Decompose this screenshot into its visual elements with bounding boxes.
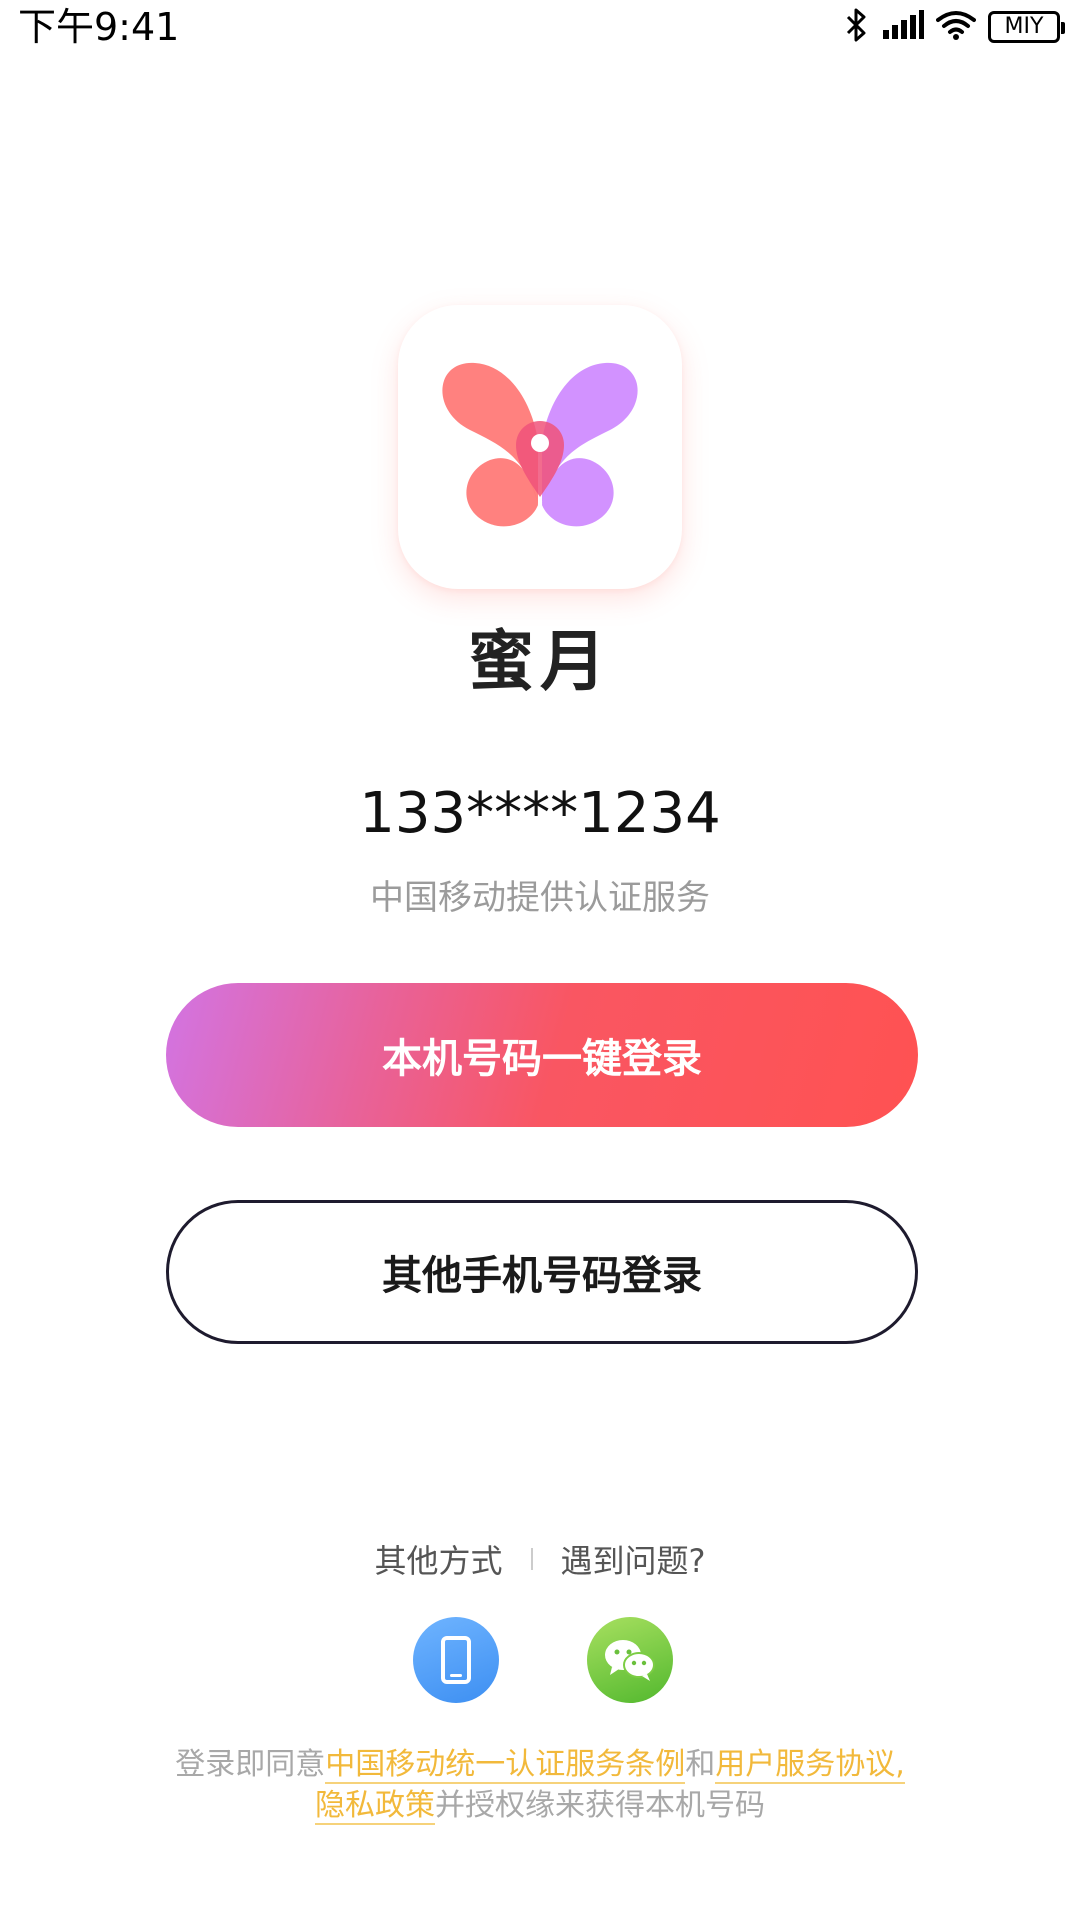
help-link[interactable]: 遇到问题? [561, 1536, 706, 1582]
signal-icon [882, 10, 924, 44]
wifi-icon [936, 10, 976, 44]
battery-label: MIY [1004, 14, 1044, 39]
wechat-icon [605, 1640, 655, 1681]
other-options-row: 其他方式 遇到问题? [0, 1534, 1080, 1584]
masked-phone-number: 133****1234 [359, 781, 721, 846]
cmcc-terms-link[interactable]: 中国移动统一认证服务条例 [325, 1747, 686, 1784]
app-name: 蜜月 [468, 623, 612, 700]
one-click-login-button[interactable]: 本机号码一键登录 [166, 983, 918, 1127]
app-logo [398, 305, 682, 589]
agreement-conj: 和 [685, 1747, 716, 1782]
status-time: 下午9:41 [18, 5, 180, 49]
status-bar: 下午9:41 MIY [0, 0, 1080, 54]
battery-icon: MIY [988, 11, 1065, 43]
mobile-phone-icon [441, 1636, 471, 1684]
phone-login-button[interactable] [413, 1617, 499, 1703]
provider-text: 中国移动提供认证服务 [370, 878, 710, 918]
one-click-login-label: 本机号码一键登录 [382, 1036, 702, 1082]
other-phone-login-label: 其他手机号码登录 [382, 1253, 702, 1299]
user-agreement-link[interactable]: 用户服务协议, [715, 1747, 905, 1784]
status-icons: MIY [844, 4, 1065, 50]
other-methods-link[interactable]: 其他方式 [374, 1536, 502, 1582]
privacy-policy-link[interactable]: 隐私政策 [315, 1788, 435, 1825]
wechat-login-button[interactable] [587, 1617, 673, 1703]
other-phone-login-button[interactable]: 其他手机号码登录 [166, 1200, 918, 1344]
butterfly-location-logo [442, 362, 638, 527]
login-page: 下午9:41 MIY 蜜月 133****1234 中国移动提供认证服务 本机号… [0, 0, 1080, 1920]
agreement-prefix: 登录即同意 [175, 1747, 326, 1782]
agreement-text: 登录即同意中国移动统一认证服务条例和用户服务协议, 隐私政策并授权缘来获得本机号码 [140, 1744, 940, 1826]
agreement-suffix: 并授权缘来获得本机号码 [435, 1788, 765, 1823]
divider [530, 1548, 533, 1570]
bluetooth-icon [844, 7, 870, 47]
